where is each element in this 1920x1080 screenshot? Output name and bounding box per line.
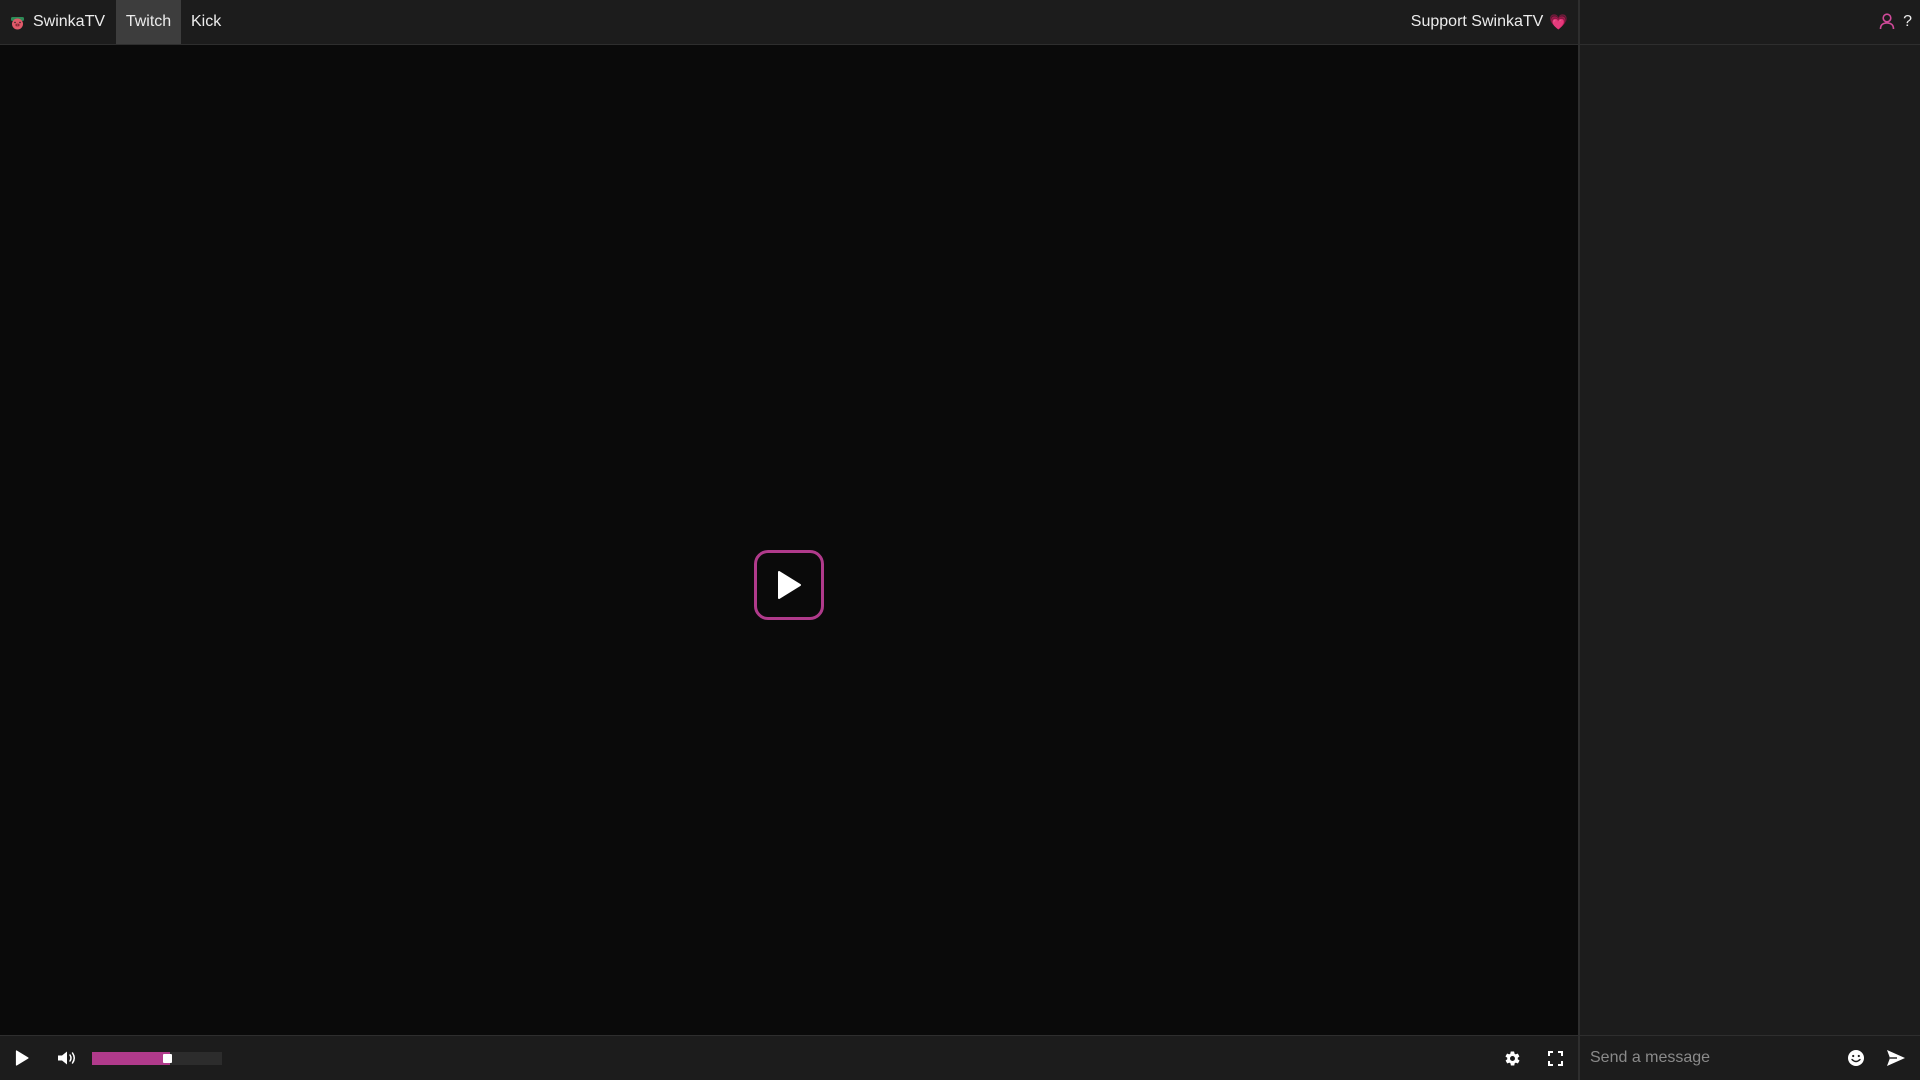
volume-slider-fill (92, 1052, 170, 1065)
tab-kick[interactable]: Kick (191, 0, 221, 44)
support-link[interactable]: Support SwinkaTV 💗 (1411, 0, 1568, 44)
volume-icon (58, 1051, 75, 1065)
help-label: ? (1903, 13, 1912, 30)
top-nav-bar: SwinkaTV Twitch Kick Support SwinkaTV 💗 (0, 0, 1578, 45)
big-play-button[interactable] (754, 550, 824, 620)
help-button[interactable]: ? (1903, 0, 1912, 44)
chat-input-row (1580, 1035, 1920, 1080)
brand-label: SwinkaTV (33, 13, 106, 30)
fullscreen-button[interactable] (1542, 1036, 1568, 1080)
play-icon (778, 571, 801, 599)
app-root: SwinkaTV Twitch Kick Support SwinkaTV 💗 (0, 0, 1920, 1080)
volume-slider-thumb[interactable] (163, 1054, 172, 1063)
play-button[interactable] (8, 1036, 36, 1080)
tab-twitch-label: Twitch (125, 13, 172, 30)
play-icon (15, 1050, 29, 1066)
main-panel: SwinkaTV Twitch Kick Support SwinkaTV 💗 (0, 0, 1578, 1080)
pig-logo-icon (11, 16, 24, 29)
volume-button[interactable] (52, 1036, 82, 1080)
user-icon[interactable] (1878, 12, 1896, 30)
volume-slider[interactable] (92, 1052, 222, 1065)
gear-icon (1505, 1050, 1519, 1066)
heart-icon: 💗 (1549, 14, 1568, 31)
chat-message-list[interactable] (1580, 45, 1920, 1035)
chat-header: ? (1580, 0, 1920, 45)
fullscreen-icon (1547, 1050, 1563, 1066)
support-label: Support SwinkaTV (1410, 13, 1544, 30)
send-icon[interactable] (1885, 1047, 1907, 1069)
tab-twitch[interactable]: Twitch (116, 0, 181, 44)
chat-panel: ? (1578, 0, 1920, 1080)
brand-link[interactable]: SwinkaTV (9, 0, 105, 44)
video-player-area[interactable] (0, 45, 1578, 1035)
player-controls-bar (0, 1035, 1578, 1080)
settings-button[interactable] (1499, 1036, 1525, 1080)
smiley-icon[interactable] (1845, 1047, 1867, 1069)
chat-message-input[interactable] (1586, 1042, 1836, 1074)
tab-kick-label: Kick (191, 13, 222, 30)
